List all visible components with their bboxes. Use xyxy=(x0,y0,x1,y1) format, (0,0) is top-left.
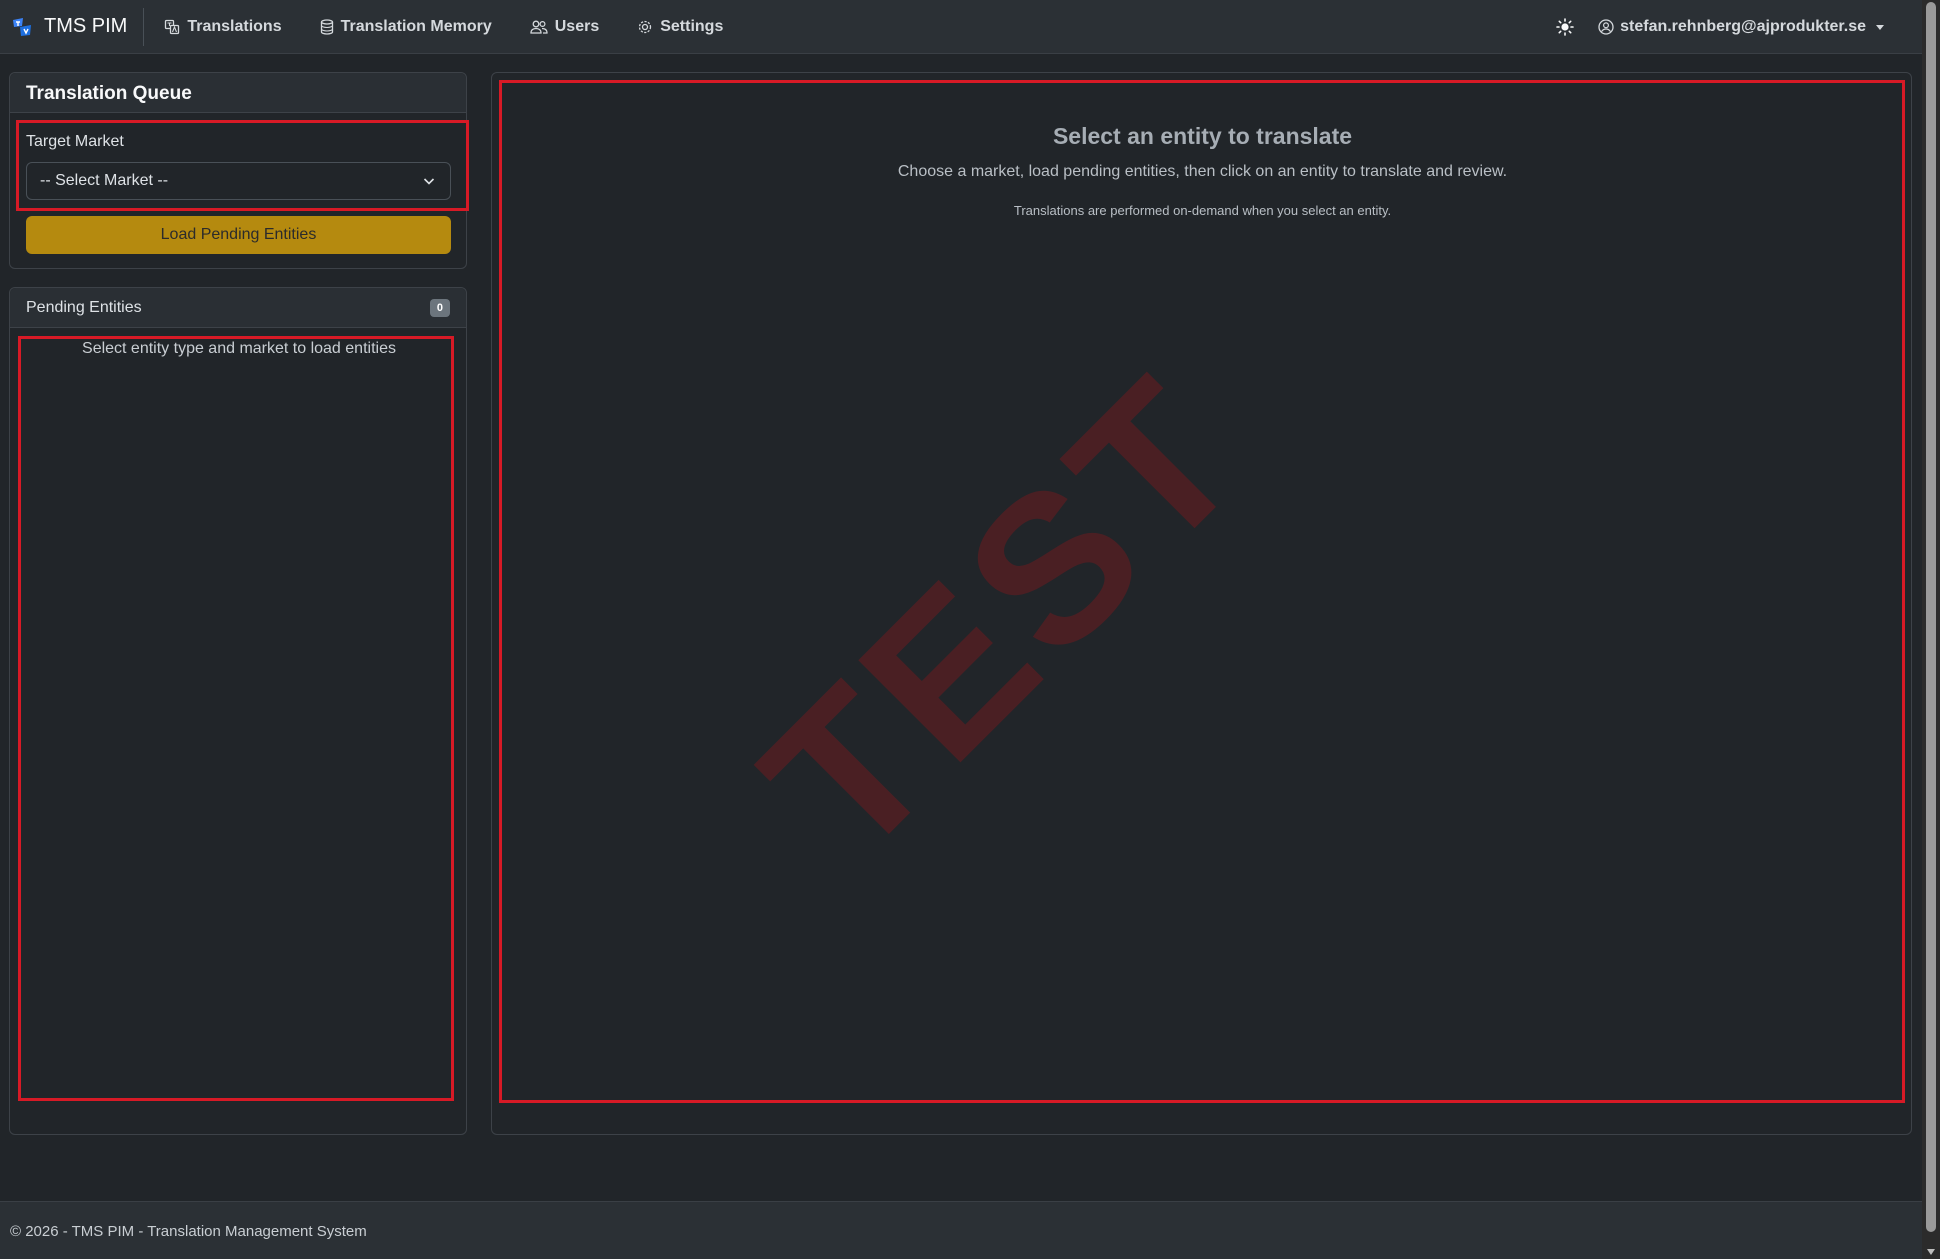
pending-count-badge: 0 xyxy=(429,298,450,317)
nav-right: stefan.rehnberg@ajprodukter.se xyxy=(1556,0,1884,54)
caret-down-icon xyxy=(1876,24,1884,30)
brand[interactable]: TMS PIM xyxy=(0,7,145,46)
sun-icon xyxy=(1556,18,1574,36)
pending-entities-list-highlight xyxy=(18,336,454,1101)
page-scrollbar[interactable] xyxy=(1922,0,1940,1259)
nav-links: Translations Translation Memory Users Se… xyxy=(164,0,761,53)
user-circle-icon xyxy=(1598,19,1614,35)
theme-toggle-button[interactable] xyxy=(1556,18,1574,36)
nav-translations[interactable]: Translations xyxy=(164,17,282,36)
pending-entities-title: Pending Entities xyxy=(26,298,142,316)
nav-users[interactable]: Users xyxy=(530,18,599,36)
top-navbar: TMS PIM Translations Translation Memory xyxy=(0,0,1922,54)
translation-queue-title: Translation Queue xyxy=(26,83,192,104)
workspace-subtitle: Choose a market, load pending entities, … xyxy=(897,163,1508,180)
gear-icon xyxy=(639,20,652,33)
nav-translation-memory[interactable]: Translation Memory xyxy=(320,18,492,36)
chevron-down-icon xyxy=(423,178,435,185)
scroll-down-arrow-icon[interactable] xyxy=(1927,1249,1935,1255)
nav-translation-memory-label: Translation Memory xyxy=(340,17,492,35)
workspace-title: Select an entity to translate xyxy=(1052,123,1353,149)
scrollbar-thumb[interactable] xyxy=(1926,2,1936,1232)
workspace-note: Translations are performed on-demand whe… xyxy=(1013,203,1392,218)
footer: © 2026 - TMS PIM - Translation Managemen… xyxy=(0,1201,1922,1259)
target-market-label: Target Market xyxy=(26,133,124,150)
translation-workspace-panel: Select an entity to translate Choose a m… xyxy=(491,72,1912,1135)
nav-settings-label: Settings xyxy=(660,17,724,35)
footer-text: © 2026 - TMS PIM - Translation Managemen… xyxy=(10,1223,367,1240)
load-pending-entities-button[interactable]: Load Pending Entities xyxy=(26,216,451,254)
nav-translations-label: Translations xyxy=(187,17,282,35)
translation-queue-header: Translation Queue xyxy=(10,73,466,113)
nav-settings[interactable]: Settings xyxy=(637,18,723,36)
pending-entities-header: Pending Entities 0 xyxy=(10,288,466,328)
market-select[interactable]: -- Select Market -- xyxy=(26,162,451,200)
brand-name: TMS PIM xyxy=(44,15,128,37)
workspace-highlight xyxy=(499,80,1905,1103)
nav-users-label: Users xyxy=(554,17,600,35)
market-select-value: -- Select Market -- xyxy=(40,172,169,189)
user-menu-dropdown[interactable]: stefan.rehnberg@ajprodukter.se xyxy=(1598,18,1884,36)
people-icon xyxy=(530,20,548,34)
translation-queue-card: Translation Queue Target Market -- Selec… xyxy=(9,72,469,269)
translate-icon xyxy=(165,19,180,34)
user-email: stefan.rehnberg@ajprodukter.se xyxy=(1620,18,1866,35)
pending-empty-message: Select entity type and market to load en… xyxy=(82,340,396,357)
database-icon xyxy=(320,18,333,35)
logo-icon xyxy=(13,17,31,36)
pending-entities-card: Pending Entities 0 Select entity type an… xyxy=(9,287,467,1135)
